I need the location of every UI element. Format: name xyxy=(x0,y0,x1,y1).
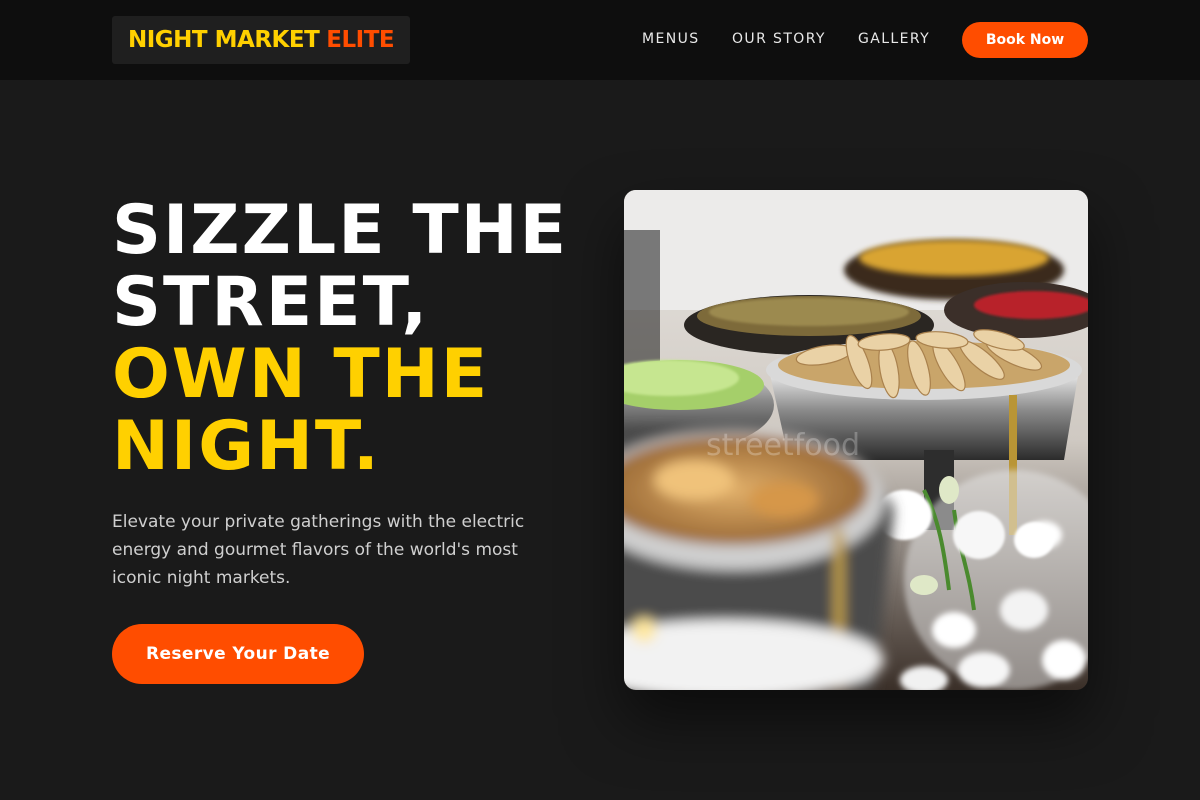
nav-link-menus[interactable]: MENUS xyxy=(642,31,700,47)
brand-logo[interactable]: NIGHT MARKET ELITE xyxy=(112,16,410,64)
brand-name-accent: ELITE xyxy=(326,27,395,53)
nav-link-gallery[interactable]: GALLERY xyxy=(858,31,930,47)
book-now-button[interactable]: Book Now xyxy=(962,22,1088,58)
brand-name-primary: NIGHT MARKET xyxy=(128,27,320,53)
hero-description: Elevate your private gatherings with the… xyxy=(112,512,525,588)
nav-link-our-story[interactable]: OUR STORY xyxy=(732,31,826,47)
reserve-date-button[interactable]: Reserve Your Date xyxy=(112,624,364,684)
headline-line-2: STREET, xyxy=(112,263,430,342)
headline-line-4: NIGHT. xyxy=(112,407,381,486)
top-navigation-bar: NIGHT MARKET ELITE MENUS OUR STORY GALLE… xyxy=(0,0,1200,80)
hero-food-photo: streetfood xyxy=(624,190,1088,690)
headline-line-3: OWN THE xyxy=(112,335,490,414)
headline-line-1: SIZZLE THE xyxy=(112,191,569,270)
photo-watermark: streetfood xyxy=(706,428,860,463)
hero-headline: SIZZLE THE STREET, OWN THE NIGHT. xyxy=(112,195,612,483)
